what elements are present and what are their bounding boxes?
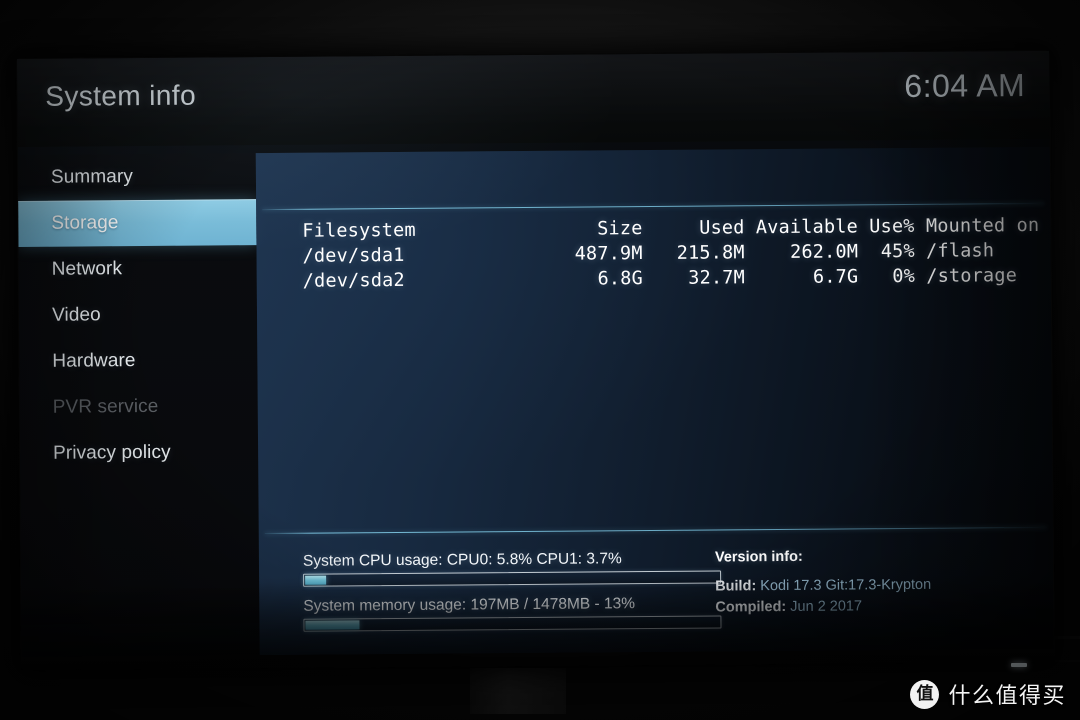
sidebar-item-privacy-policy[interactable]: Privacy policy bbox=[20, 429, 258, 477]
version-info-title: Version info: bbox=[714, 548, 803, 566]
memory-usage-bar bbox=[303, 615, 722, 632]
compiled-value: Jun 2 2017 bbox=[790, 598, 863, 615]
cpu-usage-bar-fill bbox=[305, 575, 326, 585]
power-led-indicator bbox=[1011, 663, 1027, 667]
monitor-body: System info 6:04 AM Summary Storage Netw… bbox=[16, 49, 1055, 670]
memory-usage-label: System memory usage: 197MB / 1478MB - 13… bbox=[303, 595, 636, 615]
build-row: Build: Kodi 17.3 Git:17.3-Krypton bbox=[715, 575, 931, 598]
sidebar-item-pvr-service: PVR service bbox=[52, 395, 159, 418]
watermark: 值 什么值得买 bbox=[910, 678, 1066, 710]
sidebar-item-network[interactable]: Network bbox=[18, 245, 256, 293]
storage-content-panel: Filesystem Size Used Available Use% Moun… bbox=[255, 146, 1054, 656]
sidebar-item-video[interactable]: Video bbox=[19, 291, 257, 339]
sidebar-item-hardware[interactable]: Hardware bbox=[19, 337, 257, 385]
build-value: Kodi 17.3 Git:17.3-Krypton bbox=[760, 576, 932, 595]
memory-usage-bar-fill bbox=[305, 620, 360, 630]
kodi-system-info-window: System info 6:04 AM Summary Storage Netw… bbox=[17, 50, 1054, 657]
sidebar-menu: Summary Storage Network Video Hardware P… bbox=[17, 153, 260, 625]
compiled-label: Compiled: bbox=[715, 598, 787, 616]
monitor-stand bbox=[470, 668, 566, 714]
system-usage-stats: System CPU usage: CPU0: 5.8% CPU1: 3.7% … bbox=[303, 549, 724, 642]
monitor-screen: System info 6:04 AM Summary Storage Netw… bbox=[17, 50, 1054, 657]
room-photo: System info 6:04 AM Summary Storage Netw… bbox=[0, 0, 1080, 720]
panel-divider-top bbox=[262, 202, 1045, 211]
window-header: System info 6:04 AM bbox=[17, 50, 1050, 147]
sidebar-item-storage[interactable]: Storage bbox=[18, 199, 257, 247]
watermark-text: 什么值得买 bbox=[948, 684, 1066, 709]
build-label: Build: bbox=[715, 578, 757, 595]
compiled-row: Compiled: Jun 2 2017 bbox=[715, 596, 931, 619]
cpu-usage-bar bbox=[303, 570, 722, 587]
page-title: System info bbox=[45, 79, 197, 112]
cpu-usage-label: System CPU usage: CPU0: 5.8% CPU1: 3.7% bbox=[302, 550, 622, 570]
panel-divider-bottom bbox=[264, 526, 1047, 535]
sidebar-item-summary[interactable]: Summary bbox=[18, 153, 256, 201]
watermark-logo-icon: 值 bbox=[910, 679, 940, 709]
filesystem-table: Filesystem Size Used Available Use% Moun… bbox=[302, 214, 1040, 292]
version-info-block: Version info: Build: Kodi 17.3 Git:17.3-… bbox=[715, 546, 932, 619]
clock: 6:04 AM bbox=[904, 67, 1026, 105]
